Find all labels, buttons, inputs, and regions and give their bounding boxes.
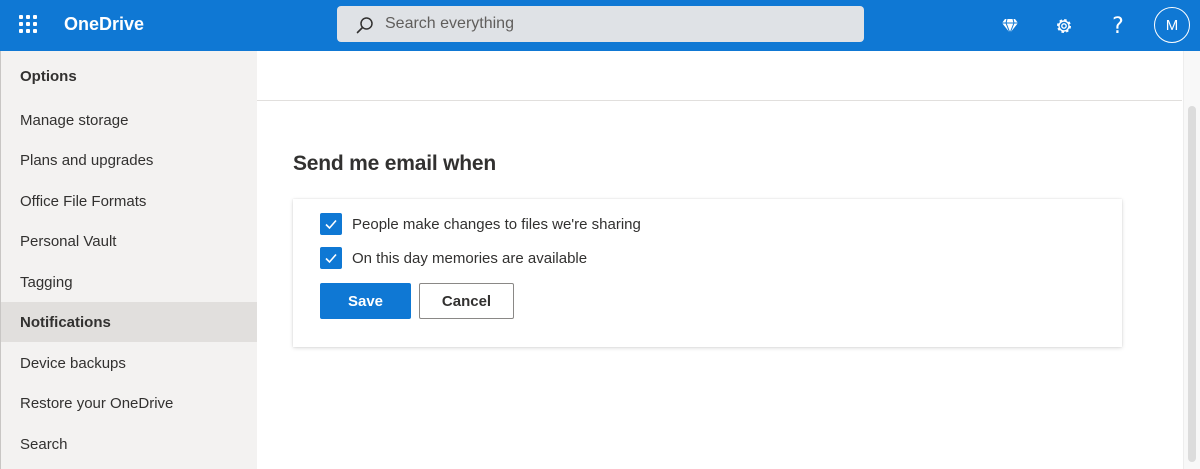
option-label: On this day memories are available: [352, 249, 588, 267]
section-title: Send me email when: [293, 152, 496, 175]
search-icon: [356, 17, 373, 34]
option-memories[interactable]: On this day memories are available: [320, 247, 587, 269]
cancel-button[interactable]: Cancel: [419, 283, 514, 319]
premium-diamond-icon[interactable]: [994, 10, 1026, 42]
main-content: Send me email when People make changes t…: [257, 51, 1200, 469]
top-bar: OneDrive ? M: [0, 0, 1200, 51]
search-input[interactable]: [385, 14, 845, 34]
option-file-changes[interactable]: People make changes to files we're shari…: [320, 213, 641, 235]
checkbox-file-changes[interactable]: [320, 213, 342, 235]
scrollbar-thumb[interactable]: [1188, 106, 1196, 462]
sidebar-item-search[interactable]: Search: [1, 424, 257, 464]
sidebar-item-manage-storage[interactable]: Manage storage: [1, 100, 257, 140]
sidebar-item-tagging[interactable]: Tagging: [1, 262, 257, 302]
search-box[interactable]: [337, 6, 864, 42]
checkmark-icon: [325, 219, 337, 230]
checkbox-memories[interactable]: [320, 247, 342, 269]
option-label: People make changes to files we're shari…: [352, 215, 641, 233]
settings-gear-icon[interactable]: [1048, 10, 1080, 42]
sidebar-item-restore-your-onedrive[interactable]: Restore your OneDrive: [1, 383, 257, 423]
sidebar-item-plans-and-upgrades[interactable]: Plans and upgrades: [1, 140, 257, 180]
avatar[interactable]: M: [1154, 7, 1190, 43]
sidebar-item-office-file-formats[interactable]: Office File Formats: [1, 181, 257, 221]
help-icon[interactable]: ?: [1102, 10, 1134, 42]
scrollbar[interactable]: [1183, 51, 1200, 469]
sidebar: Options Manage storage Plans and upgrade…: [0, 51, 257, 469]
sidebar-item-device-backups[interactable]: Device backups: [1, 343, 257, 383]
sidebar-heading: Options: [20, 68, 77, 85]
sidebar-item-personal-vault[interactable]: Personal Vault: [1, 221, 257, 261]
app-launcher-icon[interactable]: [17, 13, 39, 35]
divider: [257, 100, 1182, 101]
app-name[interactable]: OneDrive: [64, 14, 144, 35]
save-button[interactable]: Save: [320, 283, 411, 319]
notification-settings-card: People make changes to files we're shari…: [293, 199, 1122, 347]
sidebar-item-notifications[interactable]: Notifications: [1, 302, 257, 342]
checkmark-icon: [325, 253, 337, 264]
